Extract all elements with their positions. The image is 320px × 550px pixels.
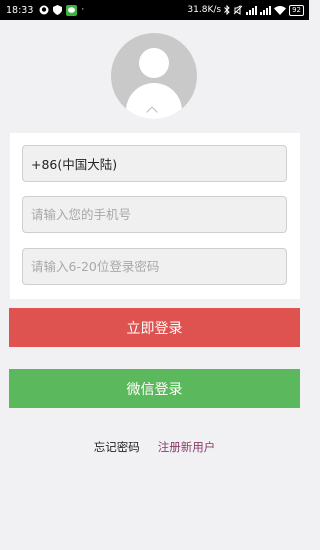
forgot-password-link[interactable]: 忘记密码 (94, 439, 140, 455)
password-field[interactable] (22, 248, 287, 285)
password-input[interactable] (31, 259, 286, 274)
account-links: 忘记密码 注册新用户 (0, 439, 309, 455)
login-form: +86(中国大陆) (10, 133, 300, 299)
signal-icon (246, 5, 258, 15)
login-button[interactable]: 立即登录 (9, 308, 300, 347)
status-left: 18:33 · (6, 4, 85, 16)
status-time: 18:33 (6, 4, 34, 16)
network-speed: 31.8K/s (187, 5, 222, 15)
status-bar: 18:33 · 31.8K/s 92 (0, 0, 309, 20)
status-dot: · (81, 5, 85, 15)
signal-icon (260, 5, 272, 15)
qq-icon (39, 5, 49, 15)
phone-input[interactable] (31, 207, 286, 222)
wechat-login-button[interactable]: 微信登录 (9, 369, 300, 408)
avatar[interactable] (111, 33, 197, 119)
country-code-select[interactable]: +86(中国大陆) (22, 145, 287, 182)
mute-icon (233, 5, 243, 15)
register-link[interactable]: 注册新用户 (158, 439, 216, 455)
shield-icon (53, 5, 63, 15)
wifi-icon (274, 5, 287, 15)
wechat-icon (66, 4, 78, 16)
avatar-head (139, 48, 169, 78)
bluetooth-icon (224, 5, 230, 15)
phone-field[interactable] (22, 196, 287, 233)
status-right: 31.8K/s 92 (187, 4, 304, 16)
country-code-value: +86(中国大陆) (31, 157, 118, 172)
battery-icon: 92 (289, 4, 304, 16)
